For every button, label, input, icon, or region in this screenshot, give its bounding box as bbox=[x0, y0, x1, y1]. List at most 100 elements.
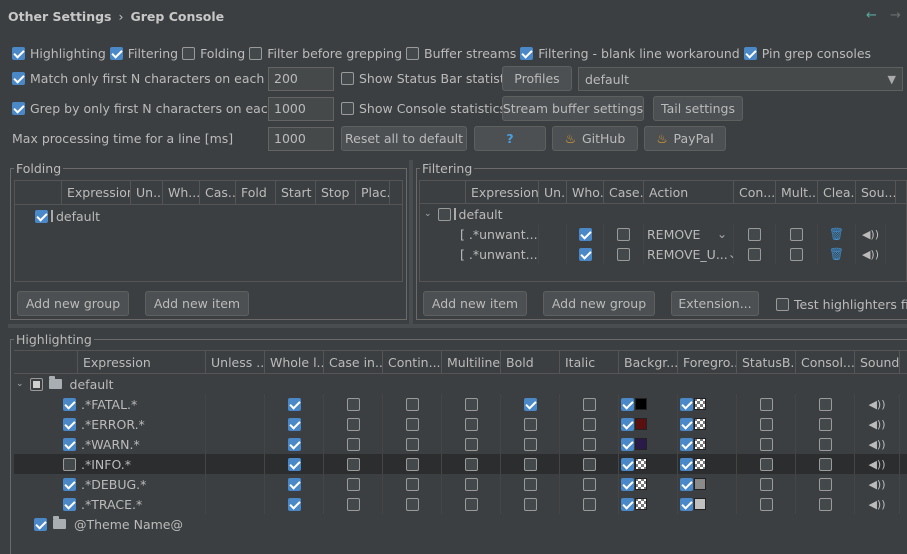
foreground-color-swatch[interactable] bbox=[694, 418, 706, 430]
case-insensitive-checkbox[interactable] bbox=[346, 497, 360, 511]
test-highlighters-option[interactable]: Test highlighters first bbox=[776, 297, 907, 312]
bold-checkbox[interactable] bbox=[523, 477, 537, 491]
background-color-swatch[interactable] bbox=[635, 478, 647, 490]
grep-first-n-checkbox[interactable] bbox=[12, 102, 25, 115]
filtering-group-row[interactable]: ⌄ default bbox=[420, 204, 906, 224]
show-statusbar-option[interactable]: Show Status Bar statistics bbox=[341, 71, 522, 86]
match-first-n-checkbox[interactable] bbox=[12, 72, 25, 85]
extension-button[interactable]: Extension... bbox=[671, 291, 759, 316]
enabled-checkbox[interactable] bbox=[63, 417, 76, 431]
highlighting-row[interactable]: .*TRACE.* ◀)) bbox=[14, 494, 907, 514]
case-checkbox[interactable] bbox=[617, 227, 630, 241]
bold-checkbox[interactable] bbox=[523, 417, 537, 431]
whole-line-checkbox[interactable] bbox=[287, 437, 301, 451]
folding-add-group-button[interactable]: Add new group bbox=[17, 291, 129, 316]
filtering-row[interactable]: [ .*unwant... REMOVE ⌄ 🗑 ◀)) bbox=[420, 224, 906, 244]
option-checkbox[interactable] bbox=[743, 47, 757, 60]
foreground-checkbox[interactable] bbox=[680, 477, 693, 491]
highlighting-row[interactable]: .*ERROR.* ◀)) bbox=[14, 414, 907, 434]
multiline-checkbox[interactable] bbox=[464, 437, 478, 451]
console-checkbox[interactable] bbox=[818, 457, 832, 471]
foreground-checkbox[interactable] bbox=[680, 417, 693, 431]
statusbar-checkbox[interactable] bbox=[759, 497, 773, 511]
console-checkbox[interactable] bbox=[818, 437, 832, 451]
option-1[interactable]: Filtering bbox=[109, 46, 178, 61]
multiline-checkbox[interactable] bbox=[464, 497, 478, 511]
continue-checkbox[interactable] bbox=[405, 437, 419, 451]
speaker-icon[interactable]: ◀)) bbox=[862, 248, 879, 261]
stream-buffer-settings-button[interactable]: Stream buffer settings bbox=[502, 96, 644, 121]
continue-checkbox[interactable] bbox=[405, 497, 419, 511]
bold-checkbox[interactable] bbox=[523, 457, 537, 471]
highlighting-group-row[interactable]: ⌄ default bbox=[14, 374, 907, 394]
option-checkbox[interactable] bbox=[249, 47, 263, 60]
enabled-checkbox[interactable] bbox=[63, 477, 76, 491]
multiline-checkbox[interactable] bbox=[464, 397, 478, 411]
tail-settings-button[interactable]: Tail settings bbox=[653, 96, 743, 121]
speaker-icon[interactable]: ◀)) bbox=[868, 418, 885, 431]
filtering-row[interactable]: [ .*unwant... REMOVE_U...⌄ 🗑 ◀)) bbox=[420, 244, 906, 264]
speaker-icon[interactable]: ◀)) bbox=[868, 398, 885, 411]
foreground-color-swatch[interactable] bbox=[694, 458, 706, 470]
foreground-color-swatch[interactable] bbox=[694, 438, 706, 450]
show-console-checkbox[interactable] bbox=[341, 102, 354, 115]
bold-checkbox[interactable] bbox=[523, 437, 537, 451]
bold-checkbox[interactable] bbox=[523, 397, 537, 411]
speaker-icon[interactable]: ◀)) bbox=[868, 498, 885, 511]
option-checkbox[interactable] bbox=[109, 47, 123, 60]
max-time-input[interactable]: 1000 bbox=[268, 127, 334, 151]
profiles-button[interactable]: Profiles bbox=[502, 66, 572, 91]
filtering-add-item-button[interactable]: Add new item bbox=[423, 291, 527, 316]
console-checkbox[interactable] bbox=[818, 477, 832, 491]
case-insensitive-checkbox[interactable] bbox=[346, 417, 360, 431]
option-checkbox[interactable] bbox=[406, 47, 420, 60]
speaker-icon[interactable]: ◀)) bbox=[862, 228, 879, 241]
enabled-checkbox[interactable] bbox=[63, 437, 76, 451]
case-insensitive-checkbox[interactable] bbox=[346, 437, 360, 451]
whole-line-checkbox[interactable] bbox=[287, 457, 301, 471]
background-color-swatch[interactable] bbox=[635, 398, 647, 410]
highlighting-row[interactable]: .*WARN.* ◀)) bbox=[14, 434, 907, 454]
enabled-checkbox[interactable] bbox=[63, 397, 76, 411]
theme-group-checkbox[interactable] bbox=[34, 517, 47, 531]
enabled-checkbox[interactable] bbox=[63, 457, 76, 471]
speaker-icon[interactable]: ◀)) bbox=[868, 458, 885, 471]
foreground-color-swatch[interactable] bbox=[694, 398, 706, 410]
expand-icon[interactable]: ⌄ bbox=[16, 379, 24, 389]
profile-select[interactable]: default ▼ bbox=[578, 67, 903, 91]
folding-group-row[interactable]: default bbox=[15, 206, 402, 226]
whole-line-checkbox[interactable] bbox=[578, 247, 592, 261]
multiline-checkbox[interactable] bbox=[790, 247, 803, 261]
filtering-action-cell[interactable]: REMOVE_U...⌄ bbox=[644, 244, 734, 264]
italic-checkbox[interactable] bbox=[582, 477, 596, 491]
continue-checkbox[interactable] bbox=[405, 397, 419, 411]
trash-icon[interactable]: 🗑 bbox=[829, 247, 844, 261]
foreground-checkbox[interactable] bbox=[680, 437, 693, 451]
option-3[interactable]: Filter before grepping bbox=[249, 46, 402, 61]
grep-first-n-option[interactable]: Grep by only first N characters on each … bbox=[12, 101, 302, 116]
highlighting-row[interactable]: .*FATAL.* ◀)) bbox=[14, 394, 907, 414]
foreground-checkbox[interactable] bbox=[680, 457, 693, 471]
continue-checkbox[interactable] bbox=[748, 227, 761, 241]
multiline-checkbox[interactable] bbox=[464, 417, 478, 431]
bold-checkbox[interactable] bbox=[523, 497, 537, 511]
background-checkbox[interactable] bbox=[621, 477, 634, 491]
test-highlighters-checkbox[interactable] bbox=[776, 298, 789, 311]
speaker-icon[interactable]: ◀)) bbox=[868, 438, 885, 451]
console-checkbox[interactable] bbox=[818, 497, 832, 511]
statusbar-checkbox[interactable] bbox=[759, 397, 773, 411]
background-color-swatch[interactable] bbox=[635, 438, 647, 450]
background-checkbox[interactable] bbox=[621, 437, 634, 451]
show-console-option[interactable]: Show Console statistics bbox=[341, 101, 506, 116]
statusbar-checkbox[interactable] bbox=[759, 437, 773, 451]
continue-checkbox[interactable] bbox=[405, 417, 419, 431]
continue-checkbox[interactable] bbox=[405, 477, 419, 491]
continue-checkbox[interactable] bbox=[748, 247, 761, 261]
multiline-checkbox[interactable] bbox=[464, 457, 478, 471]
enabled-checkbox[interactable] bbox=[63, 497, 76, 511]
foreground-color-swatch[interactable] bbox=[694, 478, 706, 490]
console-checkbox[interactable] bbox=[818, 417, 832, 431]
highlighting-group-checkbox[interactable] bbox=[29, 377, 43, 391]
grep-first-n-input[interactable]: 1000 bbox=[268, 97, 334, 121]
foreground-checkbox[interactable] bbox=[680, 397, 693, 411]
